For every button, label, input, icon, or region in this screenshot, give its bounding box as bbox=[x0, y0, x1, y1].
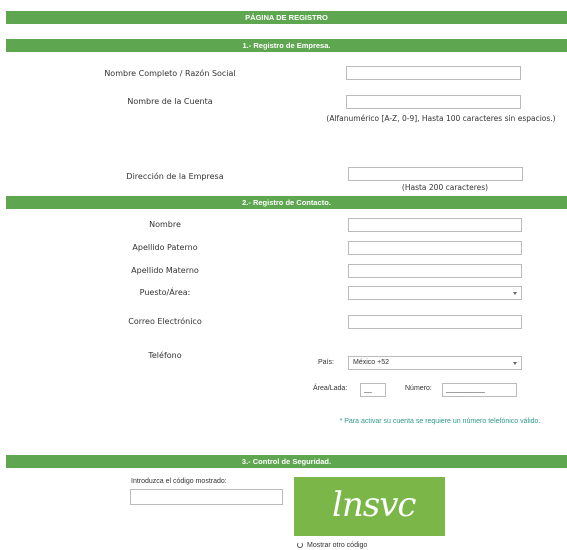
refresh-captcha-label: Mostrar otro código bbox=[307, 541, 368, 549]
cuenta-input[interactable] bbox=[346, 95, 521, 109]
numero-input[interactable]: __________ bbox=[442, 383, 517, 397]
pais-label: País: bbox=[318, 359, 334, 366]
chevron-down-icon bbox=[513, 292, 517, 295]
materno-input[interactable] bbox=[348, 264, 522, 278]
paterno-label: Apellido Paterno bbox=[132, 243, 198, 252]
cuenta-label: Nombre de la Cuenta bbox=[127, 97, 213, 106]
paterno-input[interactable] bbox=[348, 241, 522, 255]
activation-note: * Para activar su cuenta se requiere un … bbox=[339, 418, 541, 425]
area-input[interactable]: __ bbox=[360, 383, 386, 397]
puesto-select[interactable] bbox=[348, 286, 522, 300]
page-header-bar: PÁGINA DE REGISTRO bbox=[6, 11, 567, 24]
chevron-down-icon bbox=[513, 362, 517, 365]
correo-input[interactable] bbox=[348, 315, 522, 329]
refresh-icon bbox=[297, 542, 303, 548]
section-1-header: 1.- Registro de Empresa. bbox=[6, 39, 567, 52]
area-label: Área/Lada: bbox=[313, 385, 348, 392]
section-3-header: 3.- Control de Seguridad. bbox=[6, 455, 567, 468]
numero-label: Número: bbox=[405, 385, 432, 392]
puesto-label: Puesto/Área: bbox=[139, 288, 191, 297]
cuenta-hint: (Alfanumérico [A-Z, 0-9], Hasta 100 cara… bbox=[326, 114, 556, 123]
section-3-title: 3.- Control de Seguridad. bbox=[241, 457, 332, 466]
materno-label: Apellido Materno bbox=[131, 266, 199, 275]
razon-social-label: Nombre Completo / Razón Social bbox=[104, 69, 236, 78]
captcha-text: lnsvc bbox=[332, 485, 416, 525]
nombre-label: Nombre bbox=[149, 220, 181, 229]
page-title: PÁGINA DE REGISTRO bbox=[245, 13, 328, 22]
pais-value: México +52 bbox=[353, 359, 389, 366]
razon-social-input[interactable] bbox=[346, 66, 521, 80]
correo-label: Correo Electrónico bbox=[128, 317, 202, 326]
direccion-hint: (Hasta 200 caracteres) bbox=[401, 183, 489, 192]
direccion-label: Dirección de la Empresa bbox=[126, 172, 224, 181]
telefono-label: Teléfono bbox=[148, 351, 182, 360]
nombre-input[interactable] bbox=[348, 218, 522, 232]
section-1-title: 1.- Registro de Empresa. bbox=[242, 41, 331, 50]
captcha-image: lnsvc bbox=[294, 477, 445, 536]
codigo-label: Introduzca el código mostrado: bbox=[131, 478, 227, 485]
section-2-title: 2.- Registro de Contacto. bbox=[242, 198, 331, 207]
codigo-input[interactable] bbox=[130, 489, 283, 505]
refresh-captcha-link[interactable]: Mostrar otro código bbox=[297, 540, 367, 550]
direccion-input[interactable] bbox=[348, 167, 523, 181]
section-2-header: 2.- Registro de Contacto. bbox=[6, 196, 567, 209]
pais-select[interactable]: México +52 bbox=[348, 356, 522, 370]
